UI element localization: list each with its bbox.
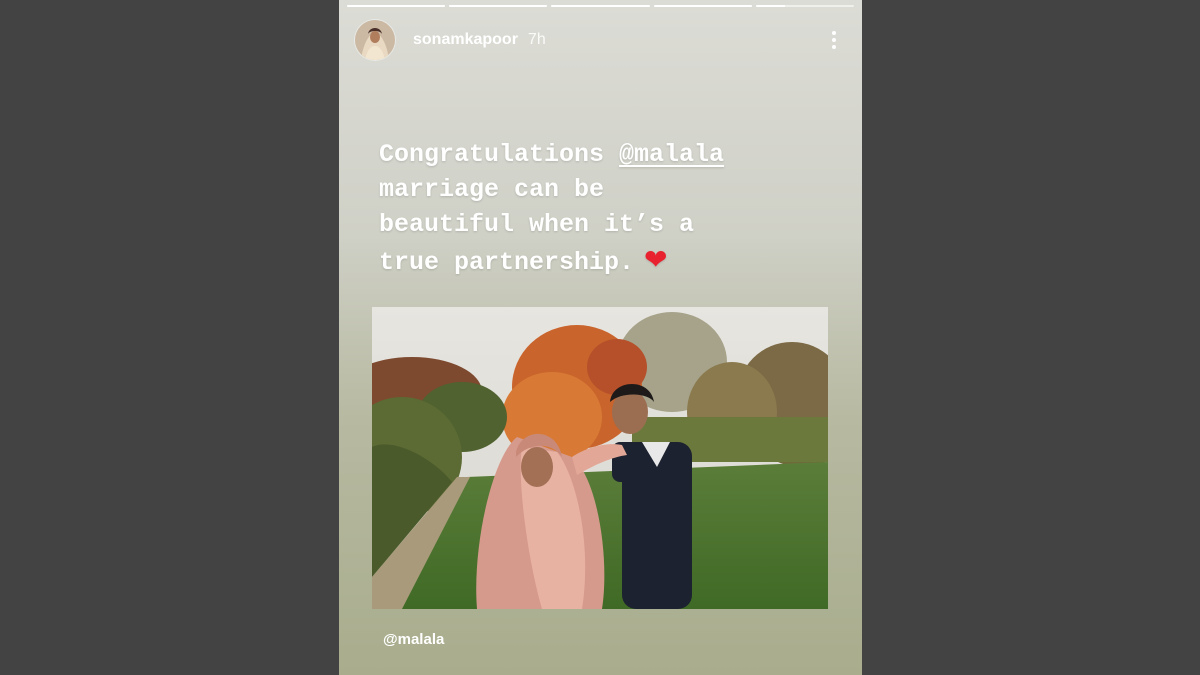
progress-segment [653, 5, 752, 7]
progress-fill [551, 5, 650, 7]
caption-line: beautiful when it’s a [379, 210, 695, 239]
story-caption: Congratulations @malala marriage can be … [379, 137, 829, 280]
progress-segment [755, 5, 855, 7]
caption-line: marriage can be [379, 175, 605, 204]
caption-line: true partnership. ❤ [379, 242, 829, 280]
story-progress-bar [347, 5, 855, 7]
progress-fill [755, 5, 786, 7]
heart-emoji: ❤ [644, 243, 668, 276]
progress-segment [449, 5, 548, 7]
caption-text: true partnership. [379, 248, 635, 277]
username[interactable]: sonamkapoor [413, 31, 518, 49]
mention-sticker[interactable]: @malala [383, 631, 444, 648]
more-vertical-icon[interactable] [822, 28, 846, 52]
caption-line: Congratulations @malala [379, 137, 829, 172]
caption-mention-link[interactable]: @malala [619, 140, 724, 169]
caption-text: Congratulations [379, 140, 620, 169]
avatar[interactable] [355, 20, 395, 60]
progress-segment [551, 5, 650, 7]
story-header: sonamkapoor 7h [355, 18, 846, 62]
shared-photo[interactable] [372, 307, 828, 609]
timestamp: 7h [527, 31, 546, 48]
avatar-image [355, 20, 395, 60]
progress-fill [653, 5, 752, 7]
couple-photo-image [372, 307, 828, 609]
progress-segment [347, 5, 446, 7]
story-viewer[interactable]: sonamkapoor 7h Congratulations @malala m… [339, 0, 862, 675]
progress-fill [449, 5, 548, 7]
progress-fill [347, 5, 446, 7]
